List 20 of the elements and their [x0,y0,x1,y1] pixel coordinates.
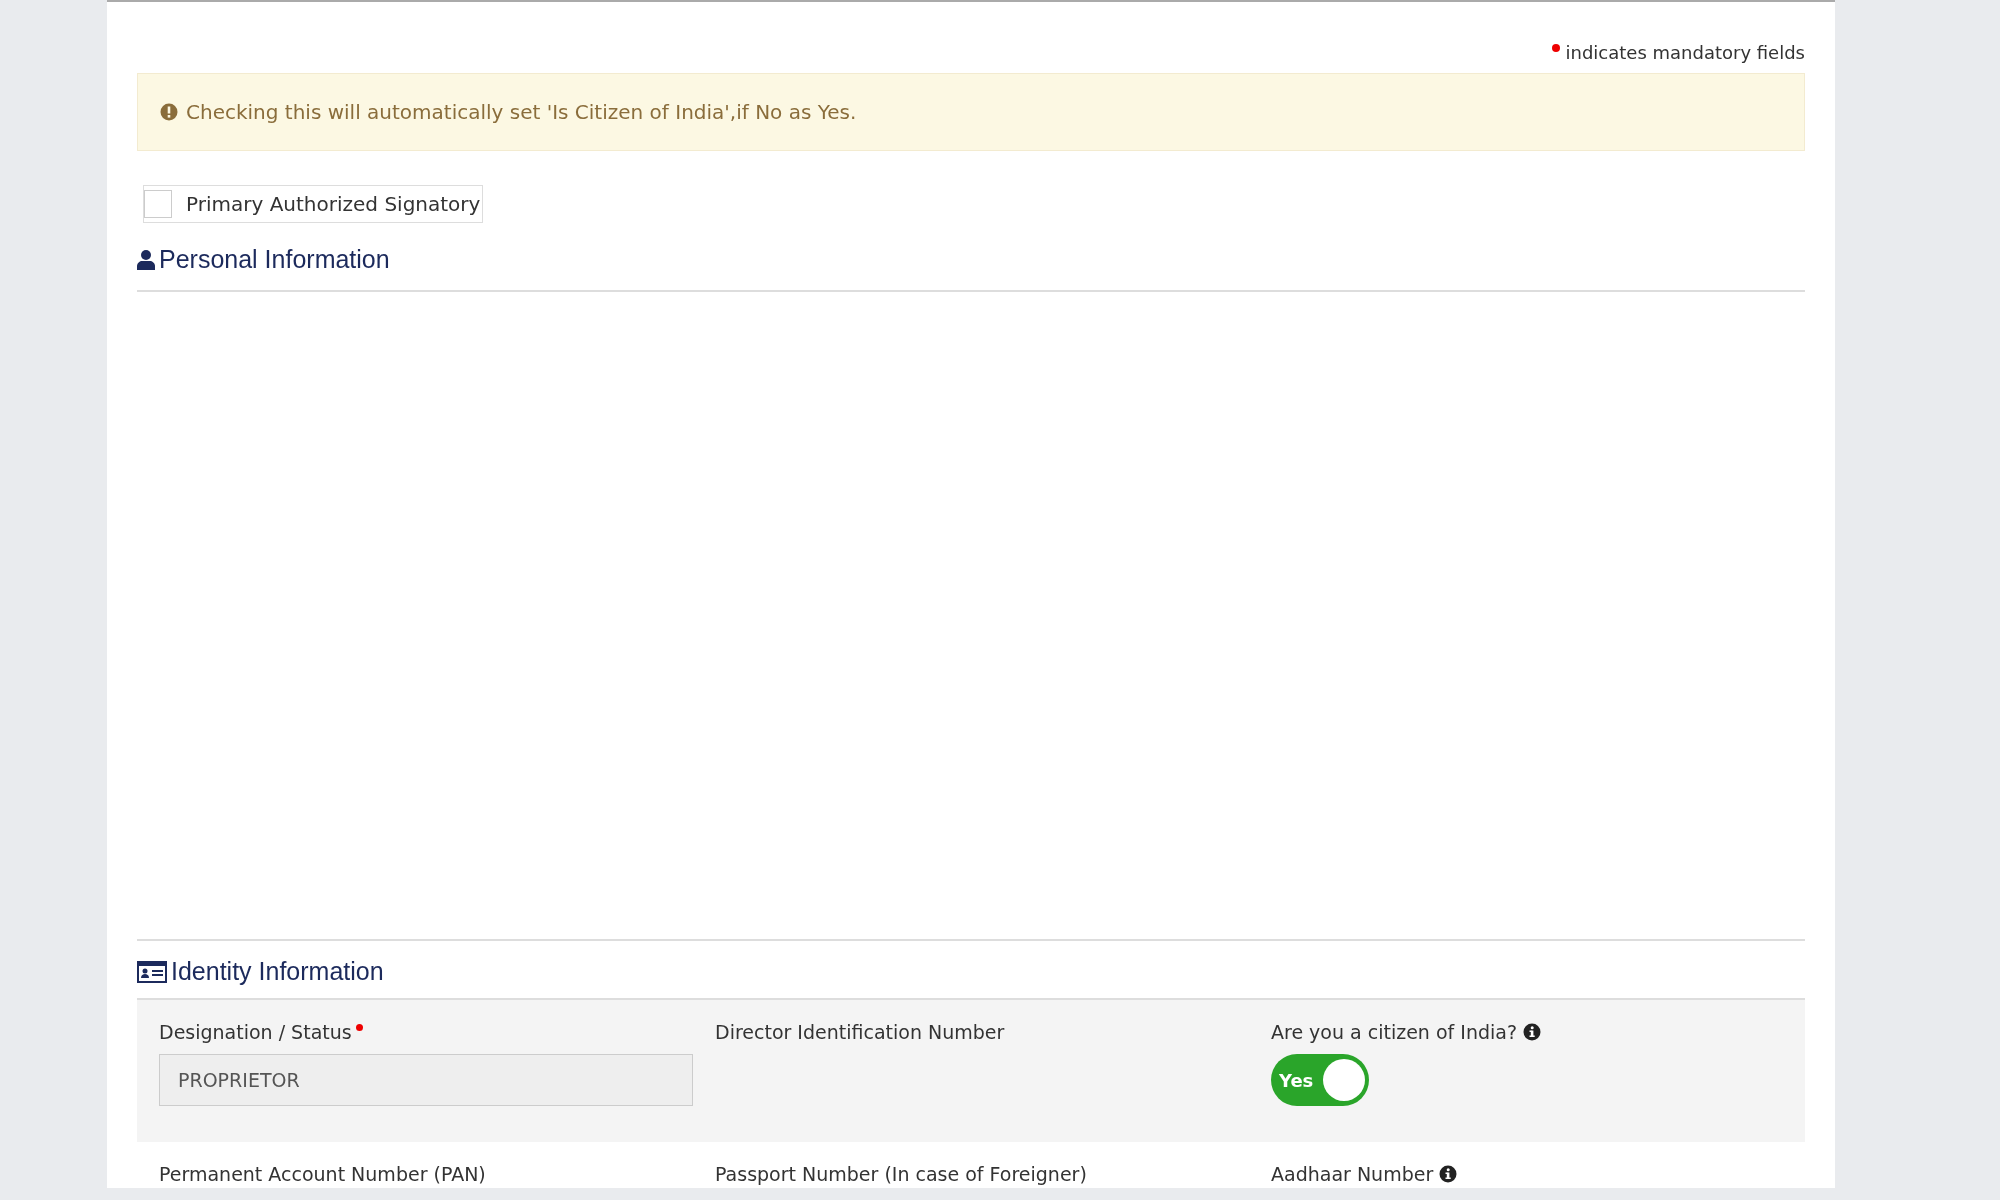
required-dot-icon [1551,43,1560,52]
field-label: Designation / Status [159,1021,352,1043]
section-heading: Identity Information [171,957,384,986]
info-icon[interactable] [1523,1023,1542,1041]
required-dot-icon [355,1024,363,1031]
id-card-icon [137,960,167,983]
section-heading: Personal Information [159,245,390,274]
field-label: Director Identification Number [715,1021,1005,1043]
info-icon[interactable] [1439,1165,1458,1183]
field-label: Permanent Account Number (PAN) [159,1163,486,1185]
field-label: Are you a citizen of India? [1271,1021,1518,1043]
field-label: Passport Number (In case of Foreigner) [715,1163,1087,1185]
field-label: Aadhaar Number [1271,1163,1434,1185]
exclamation-icon [160,103,178,121]
toggle-label: Yes [1278,1069,1314,1091]
signatory-checkbox[interactable]: Primary Authorized Signatory [143,185,484,223]
user-icon [137,249,155,270]
alert-text: Checking this will automatically set 'Is Citizen of India',if No as Yes. [186,100,857,124]
mandatory-legend: indicates mandatory fields [1565,42,1805,63]
citizen-toggle[interactable]: Yes [1271,1054,1369,1106]
